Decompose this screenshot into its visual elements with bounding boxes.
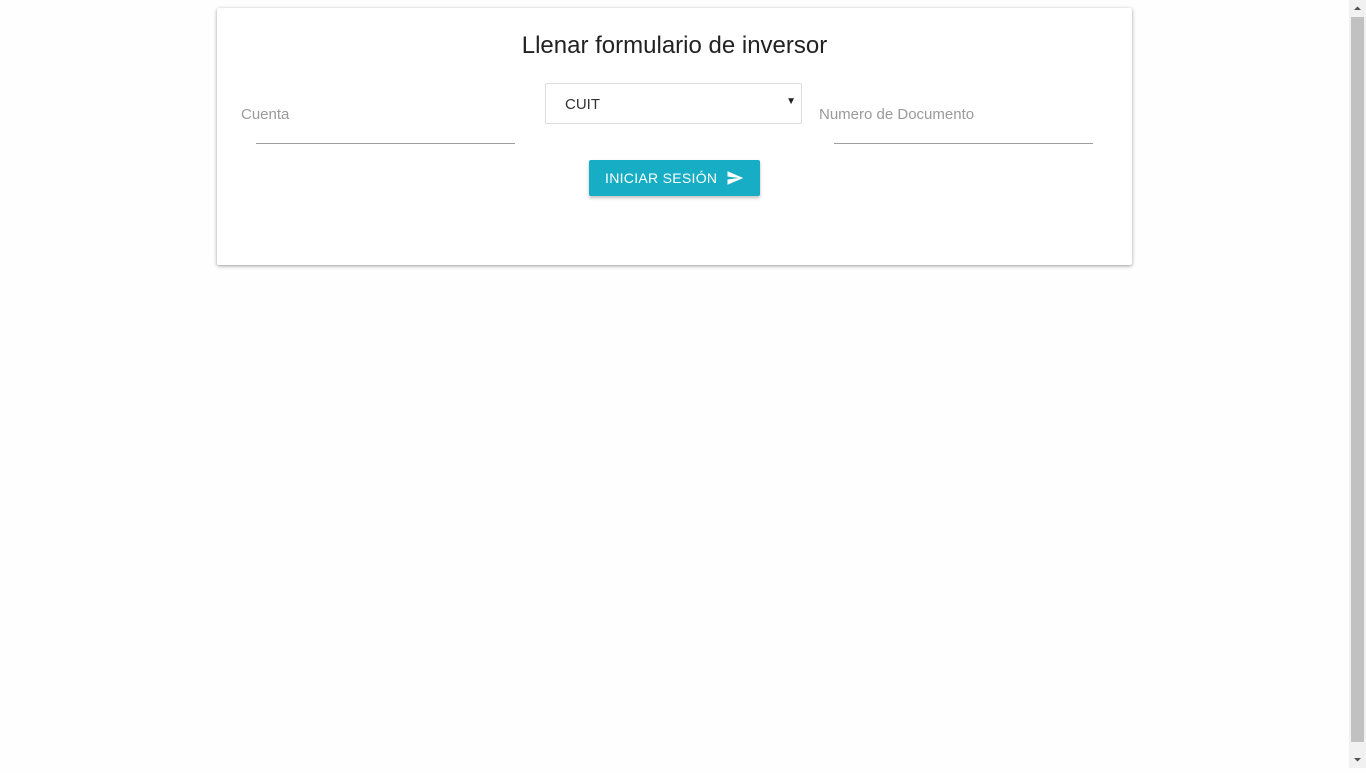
scroll-up-arrow-icon[interactable] (1349, 0, 1366, 17)
login-button[interactable]: INICIAR SESIÓN (589, 160, 760, 196)
cuenta-field[interactable]: Cuenta (241, 83, 521, 145)
form-title: Llenar formulario de inversor (521, 32, 828, 59)
scrollbar-thumb[interactable] (1351, 17, 1364, 742)
document-type-select[interactable]: CUIT ▼ (545, 83, 802, 124)
investor-form-card: Llenar formulario de inversor Cuenta CUI… (217, 8, 1132, 265)
cuenta-underline (256, 143, 515, 144)
vertical-scrollbar[interactable] (1349, 0, 1366, 768)
document-type-value: CUIT (565, 96, 600, 113)
page-viewport: Llenar formulario de inversor Cuenta CUI… (0, 0, 1349, 768)
document-number-input[interactable] (834, 105, 1097, 131)
document-number-field[interactable]: Numero de Documento (819, 83, 1109, 145)
scroll-down-arrow-icon[interactable] (1349, 751, 1366, 768)
login-button-label: INICIAR SESIÓN (605, 170, 718, 186)
document-number-underline (834, 143, 1093, 144)
send-icon (727, 171, 744, 185)
cuenta-input[interactable] (256, 105, 519, 131)
chevron-down-icon: ▼ (786, 96, 796, 107)
